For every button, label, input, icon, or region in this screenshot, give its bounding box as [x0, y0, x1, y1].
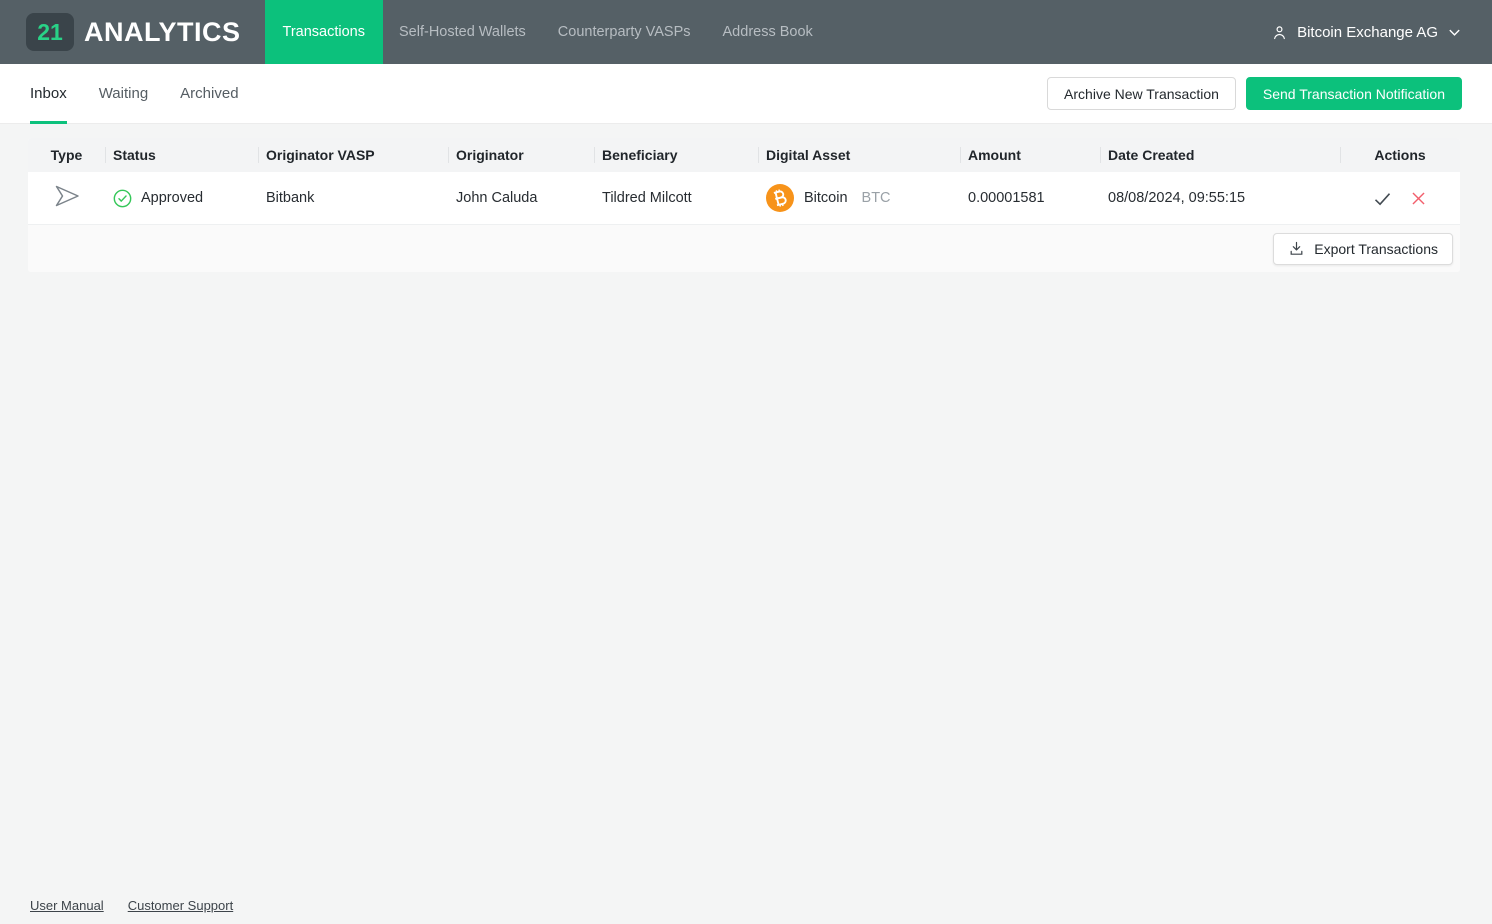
reject-icon[interactable]	[1407, 187, 1430, 210]
cell-originator-vasp: Bitbank	[258, 172, 448, 224]
chevron-down-icon	[1447, 25, 1462, 40]
column-header-digital-asset: Digital Asset	[758, 138, 960, 172]
column-header-beneficiary: Beneficiary	[594, 138, 758, 172]
send-transaction-notification-button[interactable]: Send Transaction Notification	[1246, 77, 1462, 110]
column-header-status: Status	[105, 138, 258, 172]
column-header-originator: Originator	[448, 138, 594, 172]
user-name: Bitcoin Exchange AG	[1297, 24, 1438, 41]
main-nav: Transactions Self-Hosted Wallets Counter…	[265, 0, 829, 64]
tab-waiting[interactable]: Waiting	[99, 64, 148, 123]
toolbar: Inbox Waiting Archived Archive New Trans…	[0, 64, 1492, 124]
export-transactions-button[interactable]: Export Transactions	[1273, 233, 1453, 265]
tab-archived[interactable]: Archived	[180, 64, 238, 123]
column-header-actions: Actions	[1340, 138, 1460, 172]
tab-inbox[interactable]: Inbox	[30, 64, 67, 123]
user-menu[interactable]: Bitcoin Exchange AG	[1271, 0, 1462, 64]
asset-name: Bitcoin	[804, 190, 848, 206]
brand-logo[interactable]: 21 ANALYTICS	[0, 0, 241, 64]
check-circle-icon	[113, 189, 132, 208]
cell-digital-asset: Bitcoin BTC	[758, 172, 960, 224]
top-navbar: 21 ANALYTICS Transactions Self-Hosted Wa…	[0, 0, 1492, 64]
nav-item-transactions[interactable]: Transactions	[265, 0, 383, 64]
table-row[interactable]: Approved Bitbank John Caluda Tildred Mil…	[28, 172, 1460, 225]
toolbar-buttons: Archive New Transaction Send Transaction…	[1047, 64, 1462, 123]
user-manual-link[interactable]: User Manual	[30, 898, 104, 913]
cell-date-created: 08/08/2024, 09:55:15	[1100, 172, 1340, 224]
cell-beneficiary: Tildred Milcott	[594, 172, 758, 224]
column-header-originator-vasp: Originator VASP	[258, 138, 448, 172]
cell-amount: 0.00001581	[960, 172, 1100, 224]
page-footer: User Manual Customer Support	[30, 898, 233, 913]
approve-icon[interactable]	[1370, 186, 1395, 211]
column-header-date-created: Date Created	[1100, 138, 1340, 172]
archive-new-transaction-button[interactable]: Archive New Transaction	[1047, 77, 1236, 110]
nav-item-counterparty-vasps[interactable]: Counterparty VASPs	[542, 0, 707, 64]
status-label: Approved	[141, 190, 203, 206]
logo-21-text: 21	[37, 19, 63, 46]
bitcoin-icon	[766, 184, 794, 212]
user-icon	[1271, 24, 1288, 41]
table-header-row: Type Status Originator VASP Originator B…	[28, 138, 1460, 172]
asset-ticker: BTC	[862, 190, 891, 206]
cell-actions	[1340, 172, 1460, 224]
transactions-table: Type Status Originator VASP Originator B…	[28, 138, 1460, 272]
logo-21-icon: 21	[26, 13, 74, 51]
export-transactions-label: Export Transactions	[1314, 241, 1438, 257]
column-header-type: Type	[28, 138, 105, 172]
cell-type	[28, 172, 105, 224]
nav-item-address-book[interactable]: Address Book	[707, 0, 829, 64]
tabs: Inbox Waiting Archived	[30, 64, 239, 123]
send-icon	[54, 185, 80, 211]
column-header-amount: Amount	[960, 138, 1100, 172]
brand-name: ANALYTICS	[84, 17, 241, 48]
customer-support-link[interactable]: Customer Support	[128, 898, 234, 913]
cell-status: Approved	[105, 172, 258, 224]
cell-originator: John Caluda	[448, 172, 594, 224]
main-content: Type Status Originator VASP Originator B…	[0, 124, 1492, 272]
table-footer: Export Transactions	[28, 225, 1460, 272]
download-icon	[1288, 240, 1305, 257]
nav-item-self-hosted-wallets[interactable]: Self-Hosted Wallets	[383, 0, 542, 64]
